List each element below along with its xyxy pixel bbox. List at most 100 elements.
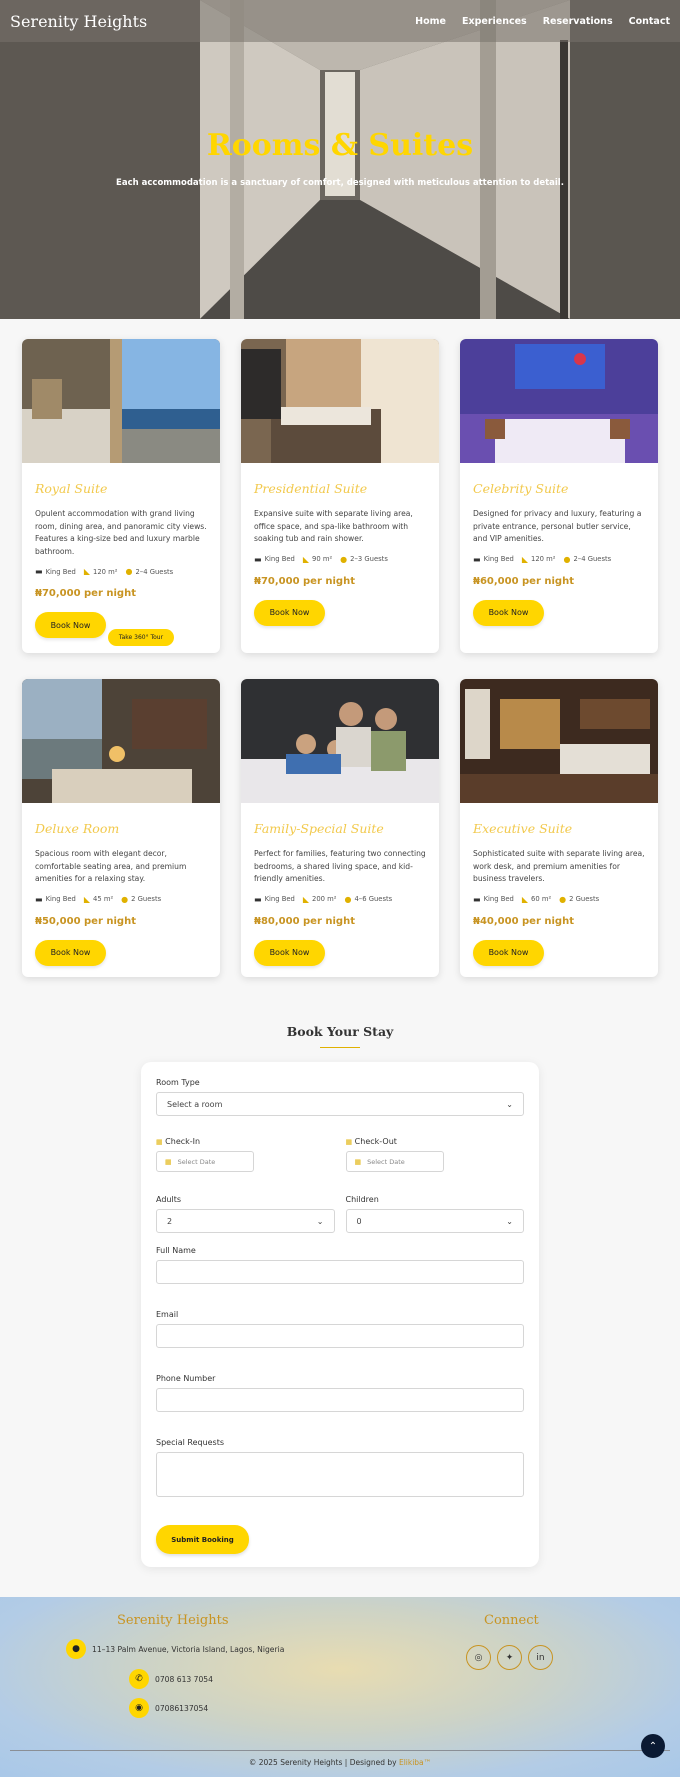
ruler-icon: ◣ [83,894,91,904]
footer-address: ● 11–13 Palm Avenue, Victoria Island, La… [66,1639,284,1659]
room-description: Opulent accommodation with grand living … [35,509,207,556]
book-now-button[interactable]: Book Now [35,939,106,966]
social-links: ◎ ✦ in [466,1645,553,1670]
room-guests: 4–6 Guests [354,895,393,903]
ruler-icon: ◣ [302,894,310,904]
book-now-button[interactable]: Book Now [473,599,544,626]
bed-type: King Bed [264,895,295,903]
room-size: 120 m² [531,555,556,563]
checkout-date-input[interactable]: ▦ Select Date [345,1151,444,1172]
hero-subtitle: Each accommodation is a sanctuary of com… [116,178,564,188]
room-guests: 2–4 Guests [135,567,174,576]
footer-brand: Serenity Heights [117,1613,229,1628]
linkedin-icon[interactable]: in [528,1645,553,1670]
email-label: Email [156,1310,179,1319]
instagram-icon[interactable]: ◎ [466,1645,491,1670]
copyright: © 2025 Serenity Heights | Designed by El… [0,1758,680,1767]
email-input[interactable] [156,1324,524,1348]
room-type-select[interactable]: Select a room ⌄ [156,1092,524,1116]
room-title: Deluxe Room [35,821,120,836]
room-image [241,339,439,463]
book-now-button[interactable]: Book Now [254,939,325,966]
fullname-input[interactable] [156,1260,524,1284]
guests-icon: ● [344,894,352,904]
room-size: 45 m² [93,895,114,903]
footer-whatsapp[interactable]: ◉ 07086137054 [129,1698,208,1718]
bed-icon: ▬ [35,567,43,576]
phone-input[interactable] [156,1388,524,1412]
nav-link-experiences[interactable]: Experiences [462,16,527,27]
bed-type: King Bed [483,555,514,563]
book-now-button[interactable]: Book Now [473,939,544,966]
room-price: ₦70,000 per night [35,588,136,599]
book-now-button[interactable]: Book Now [254,599,325,626]
room-amenities: ▬ King Bed ◣ 120 m² ● 2–4 Guests [473,555,645,564]
children-value: 0 [356,1216,362,1226]
room-description: Spacious room with elegant decor, comfor… [35,849,187,883]
room-title: Royal Suite [35,481,108,496]
children-label: Children [345,1195,379,1204]
chevron-up-icon: ⌃ [648,1740,658,1752]
room-guests: 2–4 Guests [573,555,612,563]
chevron-down-icon: ⌄ [506,1099,513,1109]
room-amenities: ▬ King Bed ◣ 200 m² ● 4–6 Guests [254,895,426,904]
navbar: Serenity Heights Home Experiences Reserv… [0,0,680,42]
tour-360-button[interactable]: Take 360° Tour [108,629,174,646]
phone-label: Phone Number [156,1374,216,1383]
checkin-date-input[interactable]: ▦ Select Date [156,1151,254,1172]
bed-type: King Bed [45,895,76,903]
room-price: ₦50,000 per night [35,915,136,927]
twitter-icon[interactable]: ✦ [497,1645,522,1670]
room-description: Designed for privacy and luxury, featuri… [473,509,642,543]
bed-icon: ▬ [473,894,481,904]
room-image [460,339,658,463]
footer-phone[interactable]: ✆ 0708 613 7054 [129,1669,213,1689]
room-size: 120 m² [93,567,118,576]
rooms-grid: Royal Suite Opulent accommodation with g… [0,319,680,977]
room-image [241,679,439,803]
page-title: Rooms & Suites [206,128,474,163]
connect-heading: Connect [484,1613,539,1628]
location-pin-icon: ● [66,1639,86,1659]
room-price: ₦40,000 per night [473,915,574,927]
chevron-down-icon: ⌄ [506,1216,513,1226]
requests-label: Special Requests [156,1438,225,1447]
checkout-placeholder: Select Date [367,1157,405,1166]
guests-icon: ● [121,894,129,904]
room-type-value: Select a room [167,1099,223,1109]
room-card: Family-Special Suite Perfect for familie… [241,679,439,977]
room-type-label: Room Type [156,1078,200,1087]
bed-icon: ▬ [35,894,43,904]
adults-label: Adults [156,1195,182,1204]
submit-booking-button[interactable]: Submit Booking [156,1525,249,1554]
nav-link-contact[interactable]: Contact [629,16,670,27]
ruler-icon: ◣ [521,894,529,904]
children-select[interactable]: 0 ⌄ [345,1209,524,1233]
room-guests: 2–3 Guests [350,555,388,563]
adults-select[interactable]: 2 ⌄ [156,1209,335,1233]
designer-link[interactable]: Elikiba™ [399,1758,431,1767]
room-amenities: ▬ King Bed ◣ 60 m² ● 2 Guests [473,895,645,904]
room-card: Royal Suite Opulent accommodation with g… [22,339,220,653]
room-amenities: ▬ King Bed ◣ 120 m² ● 2–4 Guests [35,567,207,576]
room-price: ₦70,000 per night [254,575,355,587]
bed-icon: ▬ [254,554,262,564]
nav-links: Home Experiences Reservations Contact [415,16,670,27]
guests-icon: ● [125,567,133,576]
chevron-down-icon: ⌄ [316,1216,324,1226]
room-card: Deluxe Room Spacious room with elegant d… [22,679,220,977]
room-amenities: ▬ King Bed ◣ 90 m² ● 2–3 Guests [254,555,426,564]
special-requests-textarea[interactable] [156,1452,524,1497]
footer: Serenity Heights ● 11–13 Palm Avenue, Vi… [0,1597,680,1777]
room-card: Presidential Suite Expansive suite with … [241,339,439,653]
bed-type: King Bed [483,895,514,903]
back-to-top-button[interactable]: ⌃ [641,1734,665,1758]
heading-underline [320,1047,360,1048]
room-description: Perfect for families, featuring two conn… [254,849,426,883]
book-now-button[interactable]: Book Now [35,612,106,638]
nav-link-reservations[interactable]: Reservations [543,16,613,27]
brand-logo[interactable]: Serenity Heights [10,12,147,31]
nav-link-home[interactable]: Home [415,16,446,27]
room-description: Expansive suite with separate living are… [254,509,413,543]
phone-text: 0708 613 7054 [155,1674,213,1684]
